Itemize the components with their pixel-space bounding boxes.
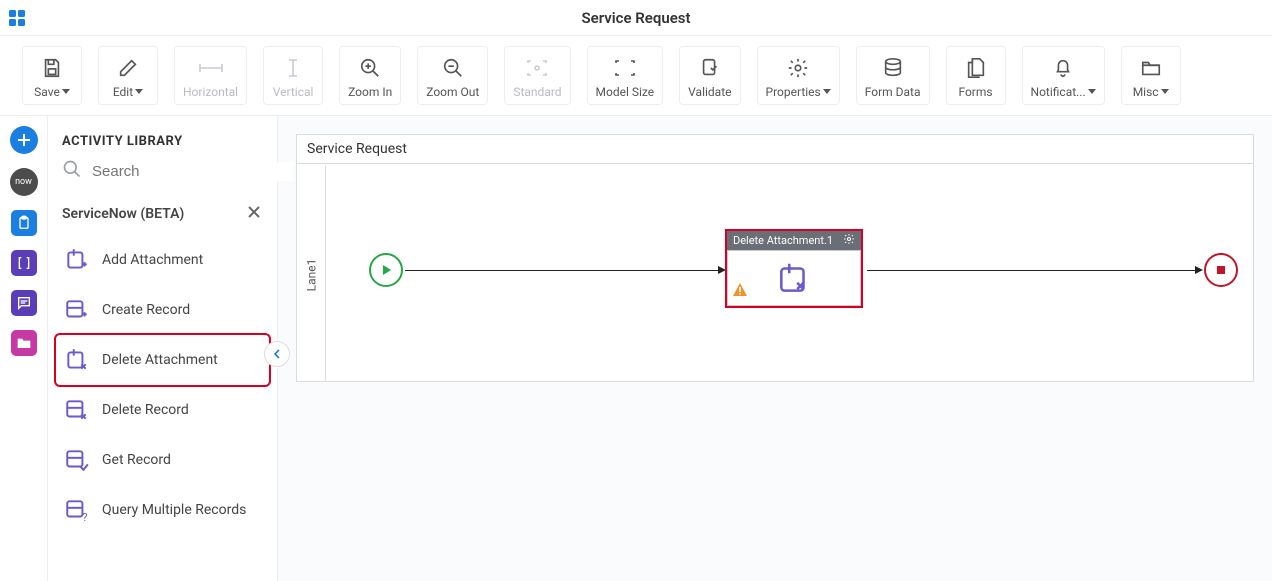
form-data-button[interactable]: Form Data — [856, 46, 930, 105]
frame-standard-icon — [524, 53, 550, 83]
library-item-label: Add Attachment — [102, 252, 203, 268]
horizontal-layout-button[interactable]: Horizontal — [174, 46, 247, 105]
notifications-button[interactable]: Notificat... — [1022, 46, 1105, 105]
files-icon — [965, 53, 987, 83]
folder-rail-icon[interactable] — [11, 330, 37, 356]
create-record-icon — [64, 297, 90, 323]
library-item-label: Delete Record — [102, 402, 189, 418]
lane-label: Lane1 — [297, 210, 325, 340]
validate-icon — [699, 53, 721, 83]
close-icon[interactable] — [245, 203, 263, 225]
collapse-sidebar-button[interactable] — [264, 341, 290, 367]
activity-node-delete-attachment[interactable]: Delete Attachment.1 — [725, 229, 863, 308]
add-button[interactable] — [10, 126, 38, 154]
library-item-label: Delete Attachment — [102, 352, 218, 368]
validate-button[interactable]: Validate — [679, 46, 740, 105]
add-attachment-icon — [64, 247, 90, 273]
activity-node-title: Delete Attachment.1 — [733, 234, 833, 247]
folder-icon — [1140, 53, 1162, 83]
activity-delete-attachment[interactable]: Delete Attachment — [56, 335, 269, 385]
chevron-down-icon — [135, 89, 143, 94]
save-button[interactable]: Save — [22, 46, 82, 105]
gear-icon[interactable] — [843, 233, 855, 248]
arrow-icon — [1195, 266, 1203, 274]
query-records-icon: ? — [64, 497, 90, 523]
forms-button[interactable]: Forms — [946, 46, 1006, 105]
get-record-icon — [64, 447, 90, 473]
zoom-in-button[interactable]: Zoom In — [339, 46, 401, 105]
end-node[interactable] — [1204, 253, 1238, 287]
database-icon — [882, 53, 904, 83]
svg-text:?: ? — [82, 511, 87, 523]
edge[interactable] — [405, 270, 718, 271]
save-icon — [41, 53, 63, 83]
start-node[interactable] — [369, 253, 403, 287]
clipboard-icon[interactable] — [11, 210, 37, 236]
chevron-down-icon — [1088, 89, 1096, 94]
misc-button[interactable]: Misc — [1121, 46, 1181, 105]
zoom-out-button[interactable]: Zoom Out — [417, 46, 488, 105]
process-name: Service Request — [297, 135, 1253, 164]
activity-library-panel: ACTIVITY LIBRARY ServiceNow (BETA) Add A… — [48, 116, 278, 581]
library-item-label: Get Record — [102, 452, 171, 468]
search-input[interactable] — [90, 162, 293, 181]
bell-icon — [1052, 53, 1074, 83]
activity-get-record[interactable]: Get Record — [56, 435, 269, 485]
delete-attachment-icon — [775, 259, 813, 297]
library-item-label: Create Record — [102, 302, 190, 318]
activity-delete-record[interactable]: Delete Record — [56, 385, 269, 435]
zoom-standard-button[interactable]: Standard — [504, 46, 570, 105]
delete-attachment-icon — [64, 347, 90, 373]
delete-record-icon — [64, 397, 90, 423]
chevron-down-icon — [1161, 89, 1169, 94]
activity-create-record[interactable]: Create Record — [56, 285, 269, 335]
library-item-label: Query Multiple Records — [102, 502, 246, 518]
process-canvas[interactable]: Service Request Lane1 Delete Attachment.… — [296, 134, 1254, 382]
edit-button[interactable]: Edit — [98, 46, 158, 105]
layout-horizontal-icon — [197, 53, 225, 83]
activity-query-multiple-records[interactable]: ? Query Multiple Records — [56, 485, 269, 535]
activity-add-attachment[interactable]: Add Attachment — [56, 235, 269, 285]
frame-fit-icon — [612, 53, 638, 83]
layout-vertical-icon — [282, 53, 304, 83]
edit-icon — [117, 53, 139, 83]
chevron-down-icon — [62, 89, 70, 94]
vertical-layout-button[interactable]: Vertical — [263, 46, 323, 105]
now-icon[interactable]: now — [10, 168, 38, 196]
app-switcher-icon[interactable] — [0, 9, 34, 27]
chevron-down-icon — [823, 89, 831, 94]
page-title: Service Request — [0, 9, 1272, 27]
properties-button[interactable]: Properties — [757, 46, 840, 105]
zoom-in-icon — [359, 53, 381, 83]
provider-name: ServiceNow (BETA) — [62, 206, 184, 222]
chat-icon[interactable] — [11, 290, 37, 316]
zoom-out-icon — [442, 53, 464, 83]
search-icon — [62, 159, 82, 183]
gear-icon — [787, 53, 809, 83]
library-header: ACTIVITY LIBRARY — [48, 116, 277, 151]
zoom-model-size-button[interactable]: Model Size — [587, 46, 664, 105]
warning-icon — [732, 282, 748, 302]
side-rail: now — [0, 116, 48, 581]
brackets-icon[interactable] — [11, 250, 37, 276]
edge[interactable] — [867, 270, 1197, 271]
